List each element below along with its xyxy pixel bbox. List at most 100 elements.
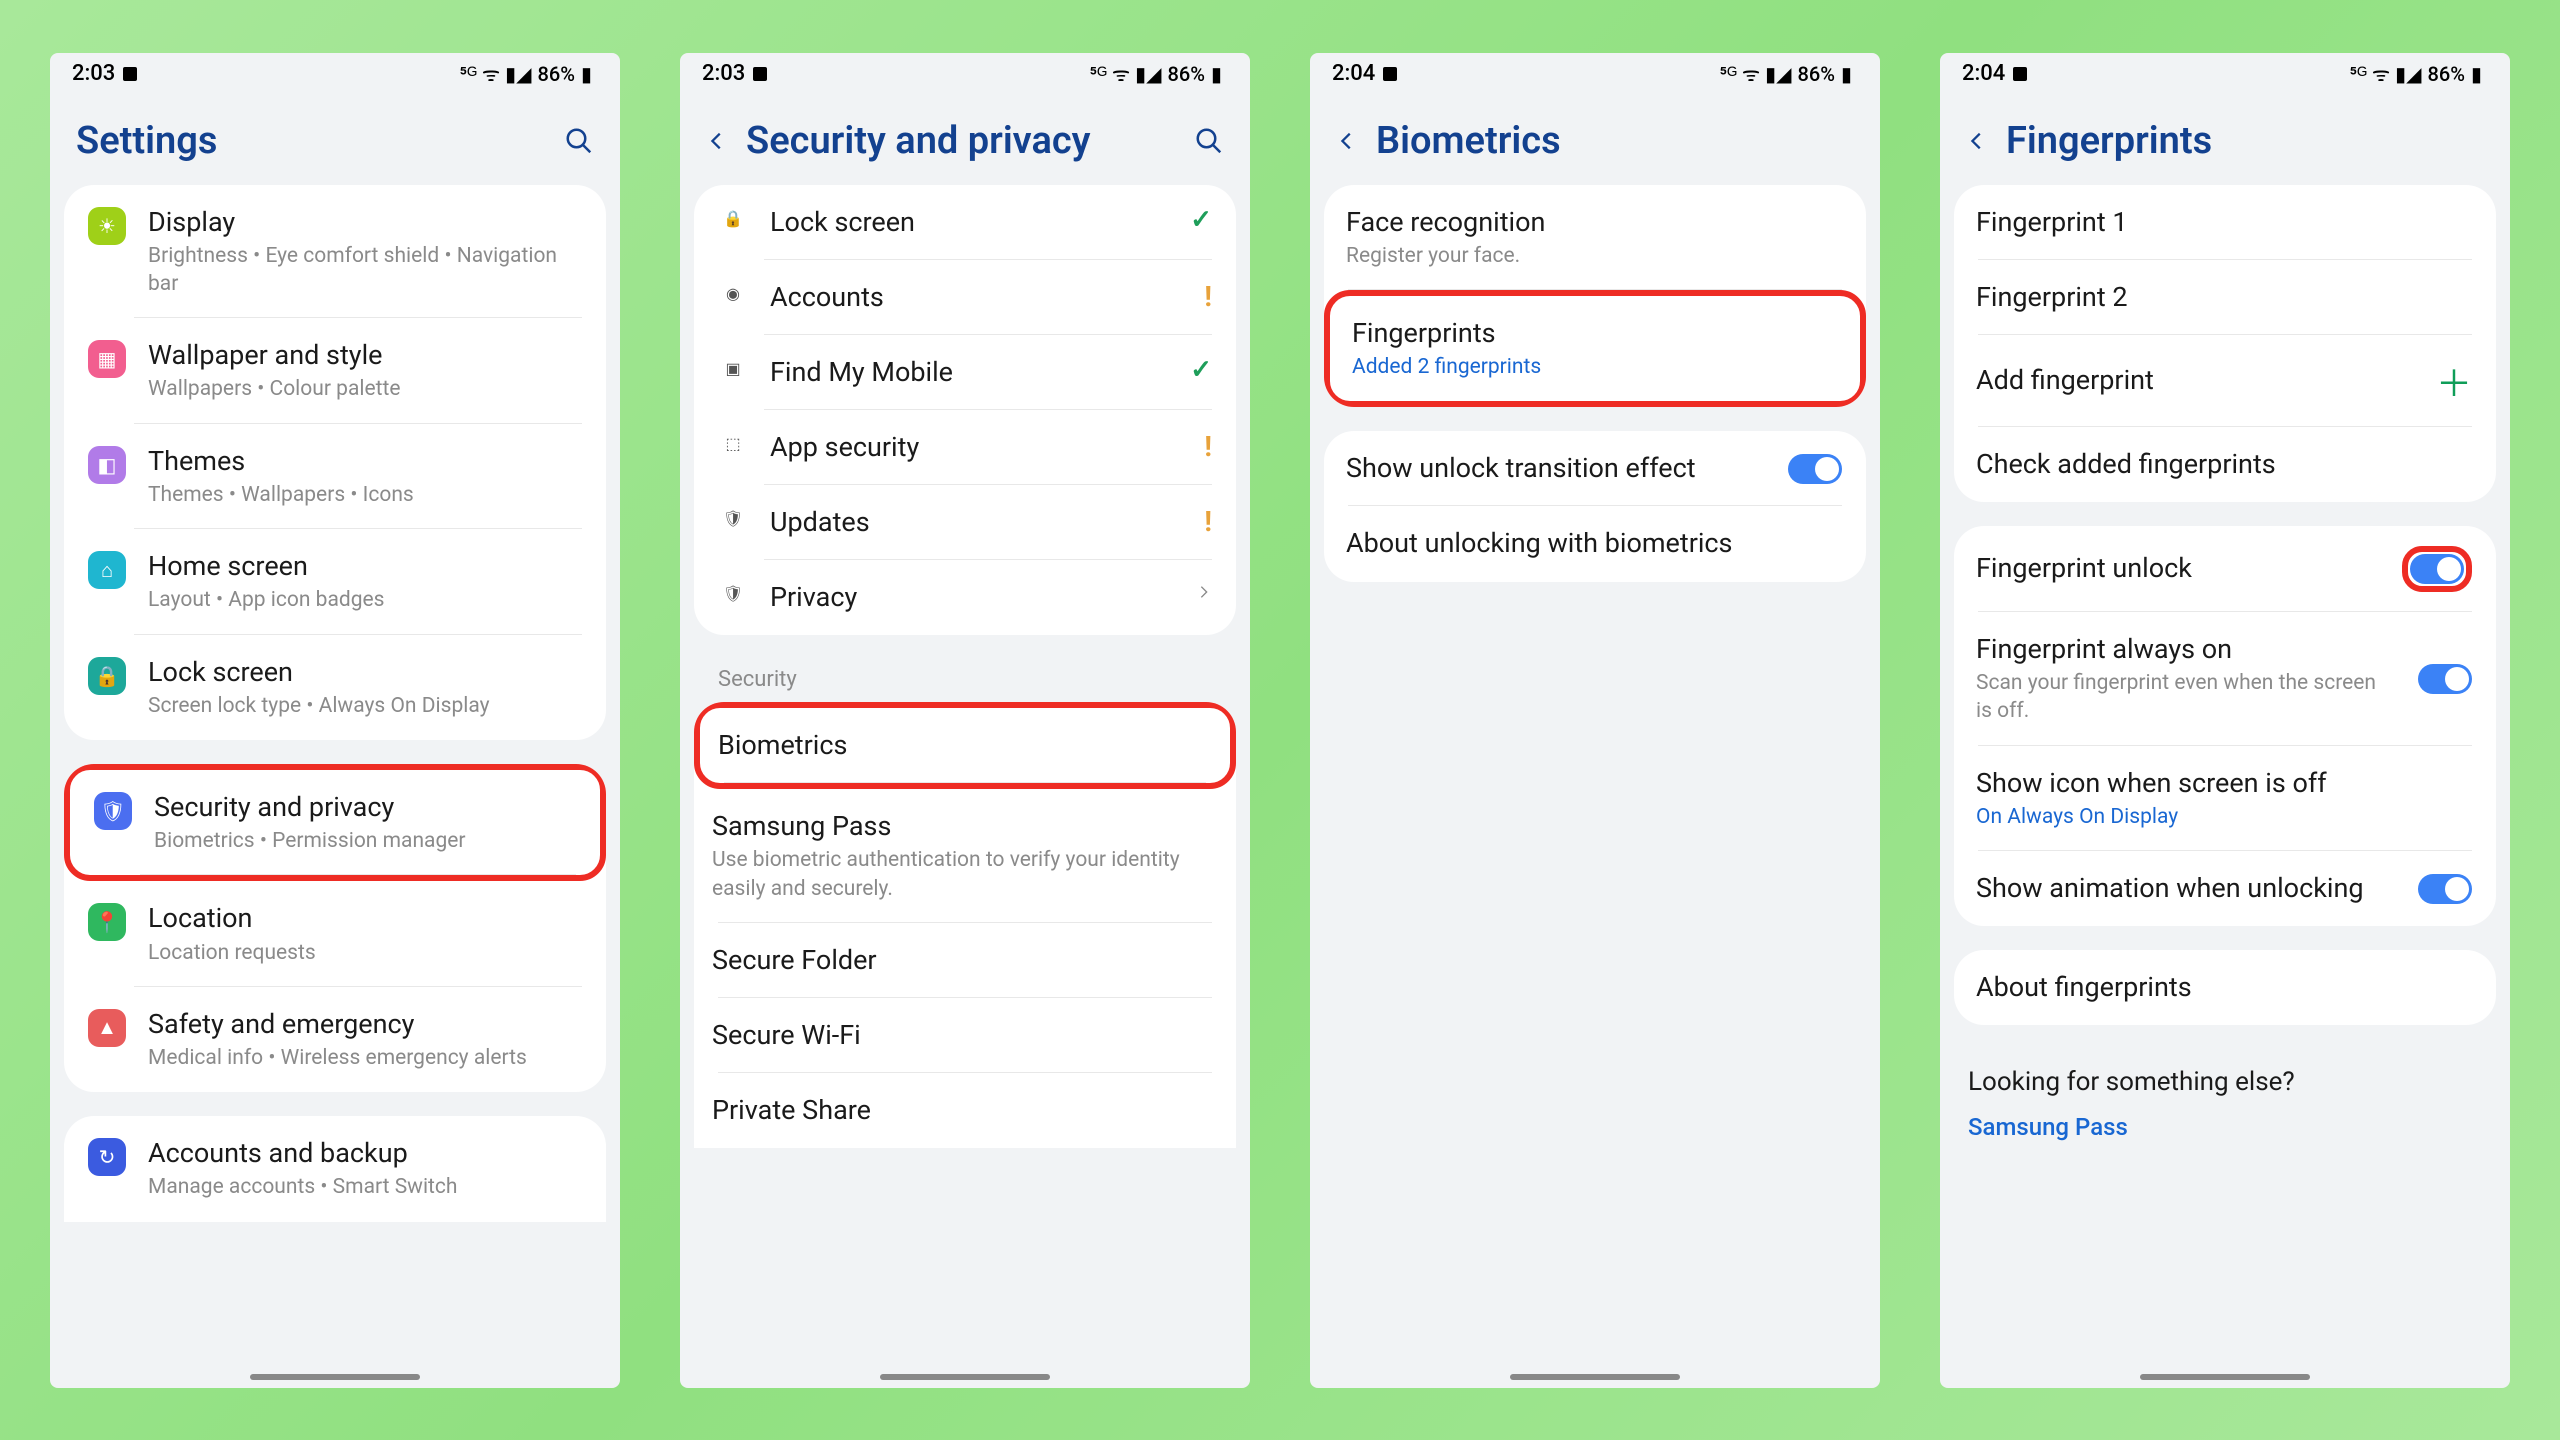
- toggle-switch[interactable]: [2410, 554, 2464, 584]
- settings-item[interactable]: ☀ Display Brightness • Eye comfort shiel…: [64, 185, 606, 319]
- row-label: Privacy: [770, 580, 1174, 615]
- settings-item[interactable]: ◧ Themes Themes • Wallpapers • Icons: [64, 424, 606, 529]
- settings-item[interactable]: ↻ Accounts and backup Manage accounts • …: [64, 1116, 606, 1221]
- settings-item-icon: 📍: [88, 903, 126, 941]
- settings-item[interactable]: ⌂ Home screen Layout • App icon badges: [64, 529, 606, 634]
- battery-text: 86%: [1168, 62, 1205, 86]
- battery-text: 86%: [538, 62, 575, 86]
- list-item[interactable]: Fingerprint 2: [1954, 260, 2496, 335]
- row-label: Updates: [770, 505, 1182, 540]
- security-section-item[interactable]: Secure Folder: [694, 923, 1236, 998]
- list-item[interactable]: Show unlock transition effect: [1324, 431, 1866, 506]
- security-item[interactable]: ▣ Find My Mobile ✓: [694, 335, 1236, 410]
- row-label: Fingerprint 1: [1976, 205, 2450, 240]
- list-item[interactable]: Face recognition Register your face.: [1324, 185, 1866, 290]
- list-item[interactable]: Add fingerprint ＋: [1954, 335, 2496, 427]
- row-sub: On Always On Display: [1976, 803, 2450, 831]
- status-right: ⁵ᴳ ᯤ ▮◢86%▮: [1720, 60, 1852, 87]
- settings-group-3: ↻ Accounts and backup Manage accounts • …: [64, 1116, 606, 1221]
- settings-item-sub: Themes • Wallpapers • Icons: [148, 481, 582, 509]
- security-item[interactable]: ◉ Accounts !: [694, 260, 1236, 335]
- list-item[interactable]: Fingerprints Added 2 fingerprints: [1324, 290, 1866, 407]
- security-section-item[interactable]: Biometrics: [694, 702, 1236, 789]
- list-item[interactable]: Fingerprint always on Scan your fingerpr…: [1954, 612, 2496, 746]
- nav-handle[interactable]: [2140, 1374, 2310, 1380]
- security-section-item[interactable]: Private Share: [694, 1073, 1236, 1148]
- settings-group-2: 🛡 Security and privacy Biometrics • Perm…: [64, 764, 606, 1092]
- security-item[interactable]: ⬚ App security !: [694, 410, 1236, 485]
- list-item[interactable]: About unlocking with biometrics: [1324, 506, 1866, 581]
- security-item[interactable]: 🔒 Lock screen ✓: [694, 185, 1236, 260]
- search-icon[interactable]: [1194, 126, 1224, 156]
- nav-handle[interactable]: [1510, 1374, 1680, 1380]
- page-title: Biometrics: [1376, 119, 1854, 163]
- battery-icon: ▮: [1841, 62, 1852, 86]
- security-item[interactable]: 🛡 Updates !: [694, 485, 1236, 560]
- screen-security-privacy: 2:03 ⁵ᴳ ᯤ ▮◢86%▮ Security and privacy 🔒 …: [680, 53, 1250, 1388]
- fingerprints-group-3: About fingerprints: [1954, 950, 2496, 1025]
- search-icon[interactable]: [564, 126, 594, 156]
- toggle-switch[interactable]: [2418, 874, 2472, 904]
- clock-icon: [753, 67, 767, 81]
- status-time: 2:03: [72, 61, 115, 86]
- check-icon: ✓: [1190, 355, 1212, 385]
- row-label: Check added fingerprints: [1976, 447, 2450, 482]
- toggle-switch[interactable]: [1788, 454, 1842, 484]
- settings-item[interactable]: 📍 Location Location requests: [64, 881, 606, 986]
- list-item[interactable]: Check added fingerprints: [1954, 427, 2496, 502]
- list-item[interactable]: Fingerprint unlock: [1954, 526, 2496, 612]
- list-item[interactable]: Show animation when unlocking: [1954, 851, 2496, 926]
- row-label: Lock screen: [770, 205, 1168, 240]
- row-label: Show unlock transition effect: [1346, 451, 1766, 486]
- settings-item-sub: Location requests: [148, 939, 582, 967]
- nav-handle[interactable]: [250, 1374, 420, 1380]
- battery-icon: ▮: [2471, 62, 2482, 86]
- settings-item-icon: 🛡: [94, 792, 132, 830]
- samsung-pass-link[interactable]: Samsung Pass: [1968, 1113, 2482, 1141]
- row-label: Samsung Pass: [712, 809, 1212, 844]
- back-icon[interactable]: [706, 130, 728, 152]
- biometrics-group-2: Show unlock transition effect About unlo…: [1324, 431, 1866, 581]
- settings-item[interactable]: ▲ Safety and emergency Medical info • Wi…: [64, 987, 606, 1092]
- row-sub: Use biometric authentication to verify y…: [712, 846, 1212, 903]
- row-label: Add fingerprint: [1976, 363, 2414, 398]
- list-item[interactable]: About fingerprints: [1954, 950, 2496, 1025]
- page-title: Settings: [76, 119, 546, 163]
- settings-group-1: ☀ Display Brightness • Eye comfort shiel…: [64, 185, 606, 741]
- screen-biometrics: 2:04 ⁵ᴳ ᯤ ▮◢86%▮ Biometrics Face recogni…: [1310, 53, 1880, 1388]
- settings-item[interactable]: 🛡 Security and privacy Biometrics • Perm…: [64, 764, 606, 881]
- wifi-icon: ⁵ᴳ ᯤ ▮◢: [460, 60, 532, 87]
- row-label: Fingerprint 2: [1976, 280, 2450, 315]
- row-sub: Scan your fingerprint even when the scre…: [1976, 669, 2396, 726]
- security-section-item[interactable]: Samsung Pass Use biometric authenticatio…: [694, 789, 1236, 923]
- security-section-item[interactable]: Secure Wi-Fi: [694, 998, 1236, 1073]
- settings-item-label: Accounts and backup: [148, 1136, 582, 1171]
- plus-icon[interactable]: ＋: [2436, 355, 2472, 407]
- row-sub: Added 2 fingerprints: [1352, 353, 1814, 381]
- nav-handle[interactable]: [880, 1374, 1050, 1380]
- looking-question: Looking for something else?: [1968, 1067, 2482, 1097]
- fingerprints-group-1: Fingerprint 1 Fingerprint 2 Add fingerpr…: [1954, 185, 2496, 502]
- back-icon[interactable]: [1966, 130, 1988, 152]
- screen-fingerprints: 2:04 ⁵ᴳ ᯤ ▮◢86%▮ Fingerprints Fingerprin…: [1940, 53, 2510, 1388]
- row-label: Show animation when unlocking: [1976, 871, 2396, 906]
- battery-text: 86%: [2428, 62, 2465, 86]
- status-bar: 2:04 ⁵ᴳ ᯤ ▮◢86%▮: [1310, 53, 1880, 95]
- status-bar: 2:03 ⁵ᴳ ᯤ ▮◢86%▮: [680, 53, 1250, 95]
- row-icon: 🛡: [718, 509, 748, 528]
- list-item[interactable]: Show icon when screen is off On Always O…: [1954, 746, 2496, 851]
- list-item[interactable]: Fingerprint 1: [1954, 185, 2496, 260]
- settings-item-icon: ◧: [88, 446, 126, 484]
- row-label: About fingerprints: [1976, 970, 2450, 1005]
- security-item[interactable]: 🛡 Privacy: [694, 560, 1236, 635]
- settings-item[interactable]: ▦ Wallpaper and style Wallpapers • Colou…: [64, 318, 606, 423]
- settings-item-sub: Manage accounts • Smart Switch: [148, 1173, 582, 1201]
- settings-item-label: Location: [148, 901, 582, 936]
- settings-item[interactable]: 🔒 Lock screen Screen lock type • Always …: [64, 635, 606, 740]
- row-label: Fingerprint unlock: [1976, 551, 2380, 586]
- back-icon[interactable]: [1336, 130, 1358, 152]
- security-section-card: Biometrics Samsung Pass Use biometric au…: [694, 702, 1236, 1148]
- row-icon: ◉: [718, 284, 748, 303]
- chevron-right-icon: [1196, 580, 1212, 608]
- toggle-switch[interactable]: [2418, 664, 2472, 694]
